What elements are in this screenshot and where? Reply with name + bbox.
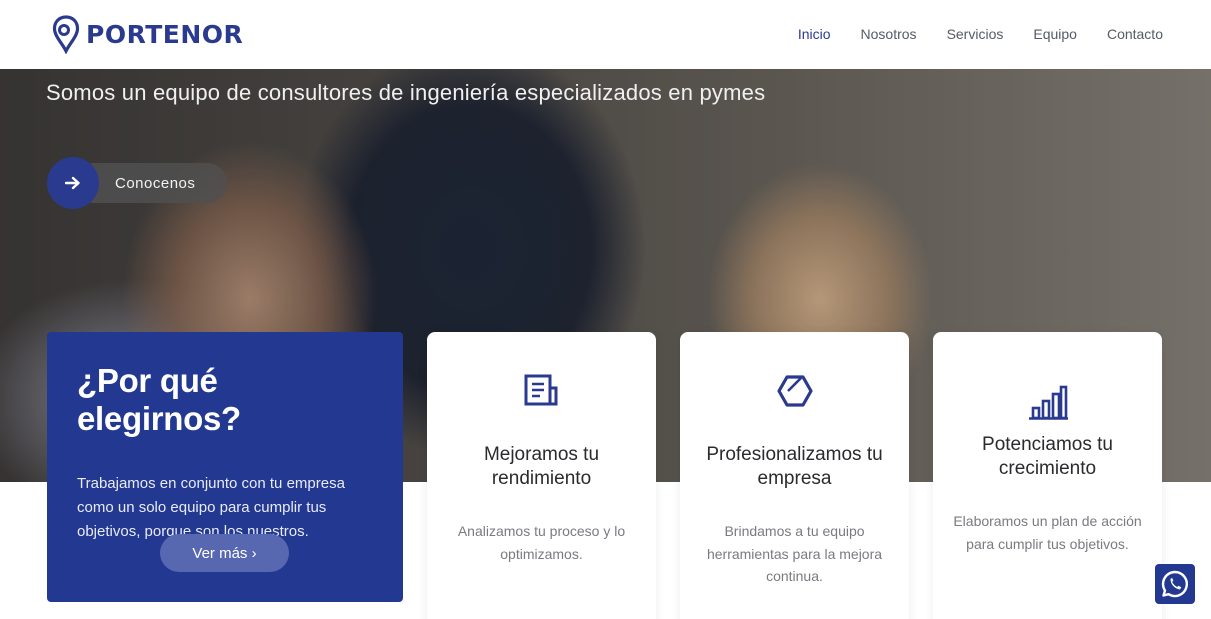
hero-tagline: Somos un equipo de consultores de ingeni… — [46, 80, 766, 105]
nav-item-equipo[interactable]: Equipo — [1033, 26, 1077, 42]
why-choose-us-card: ¿Por qué elegirnos? Trabajamos en conjun… — [47, 332, 403, 602]
feature-card-rendimiento: Mejoramos tu rendimiento Analizamos tu p… — [427, 332, 656, 619]
location-pin-icon — [52, 15, 80, 54]
feature-card-crecimiento: Potenciamos tu crecimiento Elaboramos un… — [933, 332, 1162, 619]
feature-title: Mejoramos tu rendimiento — [483, 444, 600, 489]
why-title: ¿Por qué elegirnos? — [77, 362, 241, 437]
nav-item-inicio[interactable]: Inicio — [798, 26, 831, 42]
feature-title: Potenciamos tu crecimiento — [982, 434, 1113, 479]
main-nav: Inicio Nosotros Servicios Equipo Contact… — [798, 26, 1163, 42]
cta-circle — [47, 157, 99, 209]
feature-card-profesionalizamos: Profesionalizamos tu empresa Brindamos a… — [680, 332, 909, 619]
brand-logo[interactable]: PORTENOR — [52, 14, 243, 54]
document-icon — [524, 374, 557, 406]
feature-title: Profesionalizamos tu empresa — [706, 444, 883, 489]
nav-item-contacto[interactable]: Contacto — [1107, 26, 1163, 42]
whatsapp-icon — [1161, 570, 1188, 598]
site-header: PORTENOR Inicio Nosotros Servicios Equip… — [0, 0, 1211, 69]
arrow-right-icon — [65, 176, 80, 190]
feature-text: Brindamos a tu equipo herramientas para … — [706, 523, 883, 584]
whatsapp-button[interactable] — [1155, 564, 1195, 604]
hexagon-icon — [776, 375, 813, 407]
feature-text: Analizamos tu proceso y lo optimizamos. — [457, 523, 626, 562]
bar-chart-icon — [1028, 385, 1068, 420]
cta-label: Conocenos — [115, 174, 196, 192]
nav-item-nosotros[interactable]: Nosotros — [861, 26, 917, 42]
brand-name: PORTENOR — [86, 19, 244, 49]
ver-mas-button[interactable]: Ver más › — [160, 534, 289, 572]
nav-item-servicios[interactable]: Servicios — [947, 26, 1004, 42]
feature-text: Elaboramos un plan de acción para cumpli… — [953, 513, 1142, 552]
conocenos-button[interactable]: Conocenos — [47, 157, 227, 209]
